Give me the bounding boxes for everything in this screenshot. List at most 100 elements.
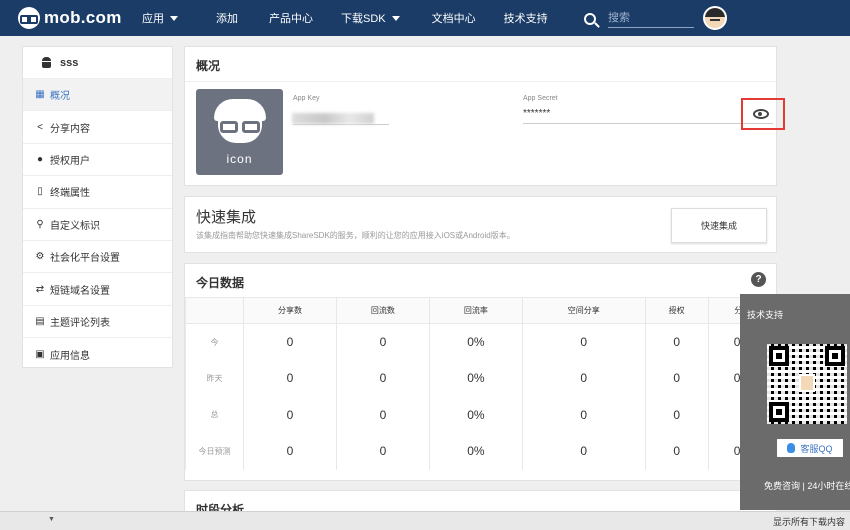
caret-down-icon[interactable]: ▼	[48, 516, 55, 523]
comment-icon: ▤	[35, 315, 45, 327]
mob-logo[interactable]: mob.com	[18, 7, 126, 29]
android-icon	[41, 56, 52, 69]
app-name: sss	[60, 56, 79, 69]
qr-center-avatar	[799, 374, 815, 392]
quick-integration-title: 快速集成	[196, 209, 257, 226]
sidebar-item-overview[interactable]: ▦ 概况	[23, 79, 172, 112]
caret-down-icon	[170, 15, 178, 21]
table-row: 今日预测 0 0 0% 0 0 0%	[185, 433, 778, 470]
quick-integration-button[interactable]: 快速集成	[671, 208, 767, 243]
table-cell: 0	[335, 433, 430, 470]
pin-icon: ⚲	[36, 218, 44, 230]
divider	[185, 81, 776, 82]
app-icon-label: icon	[226, 152, 253, 166]
today-data-table: 分享数 回流数 回流率 空间分享 授权 分享 今 0 0 0% 0 0 0% 昨…	[185, 297, 778, 470]
icon-glasses-left	[220, 121, 238, 133]
sidebar-item-label: 主题评论列表	[50, 317, 110, 329]
icon-glasses-right	[242, 121, 260, 133]
sidebar-item-auth-users[interactable]: ● 授权用户	[23, 144, 172, 177]
app-icon-image: icon	[196, 89, 283, 175]
reveal-secret-button[interactable]	[741, 98, 785, 130]
app-secret-value: *******	[523, 108, 773, 124]
sidebar-item-label: 分享内容	[50, 123, 90, 135]
row-label: 总	[185, 396, 244, 433]
table-cell: 0%	[428, 323, 523, 360]
row-label: 今	[185, 323, 244, 360]
overview-title: 概况	[196, 59, 221, 73]
search-input[interactable]	[608, 9, 694, 28]
nav-label: 下载SDK	[341, 13, 386, 25]
today-data-title: 今日数据	[196, 276, 245, 290]
info-icon: ▣	[35, 348, 45, 360]
logo-text: mob.com	[44, 8, 122, 27]
top-nav: mob.com 应用 添加 产品中心 下载SDK 文档中心 技术支持	[0, 0, 850, 36]
sidebar-item-label: 授权用户	[50, 155, 90, 167]
show-all-downloads-link[interactable]: 显示所有下载内容	[773, 515, 845, 528]
qr-corner	[769, 346, 789, 366]
table-cell: 0	[521, 433, 646, 470]
help-icon[interactable]: ?	[751, 272, 766, 287]
logo-face-icon	[18, 7, 40, 29]
table-cell: 0	[335, 396, 430, 433]
app-key-label: App Key	[293, 95, 320, 102]
column-header	[185, 297, 244, 324]
table-cell: 0	[521, 396, 646, 433]
share-icon: <	[37, 121, 43, 133]
column-header: 授权	[644, 297, 709, 324]
table-cell: 0%	[428, 433, 523, 470]
user-avatar[interactable]	[703, 6, 727, 30]
sidebar-item-social-settings[interactable]: ⚙ 社会化平台设置	[23, 241, 172, 274]
table-cell: 0	[243, 396, 337, 433]
qq-icon	[787, 443, 796, 453]
eye-icon	[753, 109, 769, 119]
table-cell: 0	[644, 396, 709, 433]
nav-item-docs[interactable]: 文档中心	[432, 0, 476, 36]
sidebar-item-custom-tags[interactable]: ⚲ 自定义标识	[23, 209, 172, 241]
nav-item-apps[interactable]: 应用	[142, 0, 178, 36]
customer-qq-button[interactable]: 客服QQ	[777, 439, 843, 457]
exchange-icon: ⇄	[35, 283, 45, 295]
table-row: 今 0 0 0% 0 0 0%	[185, 323, 778, 360]
table-cell: 0	[243, 323, 337, 360]
sidebar-item-label: 应用信息	[50, 350, 90, 362]
sidebar: sss ▦ 概况 < 分享内容 ● 授权用户 ▯ 终端属性 ⚲ 自定义标识 ⚙ …	[22, 46, 173, 368]
qr-corner	[769, 402, 789, 422]
search-area	[584, 9, 694, 28]
nav-item-products[interactable]: 产品中心	[269, 0, 313, 36]
nav-item-add[interactable]: 添加	[216, 0, 238, 36]
support-footer: 免费咨询 | 24小时在线	[764, 481, 850, 491]
phone-icon: ▯	[37, 186, 43, 198]
quick-integration-desc: 该集成指南帮助您快速集成ShareSDK的服务，顺利的让您的应用接入iOS或An…	[196, 231, 515, 240]
search-icon[interactable]	[584, 12, 596, 25]
nav-label: 应用	[142, 13, 164, 25]
overview-card: 概况 icon App Key App Secret *******	[184, 46, 785, 186]
gear-icon: ⚙	[35, 251, 45, 263]
table-cell: 0	[644, 323, 709, 360]
table-cell: 0%	[428, 360, 523, 397]
nav-item-download-sdk[interactable]: 下载SDK	[341, 0, 400, 36]
table-cell: 0	[521, 360, 646, 397]
column-header: 回流数	[335, 297, 430, 324]
user-icon: ●	[36, 153, 44, 165]
qq-button-label: 客服QQ	[800, 443, 833, 454]
sidebar-item-shortlink-settings[interactable]: ⇄ 短链域名设置	[23, 273, 172, 306]
support-title: 技术支持	[747, 310, 784, 320]
table-cell: 0	[521, 323, 646, 360]
dashboard-icon: ▦	[35, 89, 45, 101]
sidebar-item-share-content[interactable]: < 分享内容	[23, 111, 172, 144]
table-row: 昨天 0 0 0% 0 0 0%	[185, 360, 778, 397]
sidebar-item-comment-list[interactable]: ▤ 主题评论列表	[23, 306, 172, 339]
column-header: 回流率	[428, 297, 523, 324]
table-cell: 0	[335, 323, 430, 360]
qr-corner	[825, 346, 845, 366]
sidebar-item-app-info[interactable]: ▣ 应用信息	[23, 338, 172, 370]
row-label: 昨天	[185, 360, 244, 397]
quick-integration-card: 快速集成 该集成指南帮助您快速集成ShareSDK的服务，顺利的让您的应用接入i…	[184, 196, 777, 253]
support-panel: 技术支持 客服QQ 免费咨询 | 24小时在线	[740, 294, 850, 510]
sidebar-item-device-attrs[interactable]: ▯ 终端属性	[23, 176, 172, 209]
sidebar-app-header: sss	[23, 47, 172, 79]
sidebar-item-label: 短链域名设置	[50, 285, 110, 297]
table-cell: 0	[644, 360, 709, 397]
nav-item-tech-support[interactable]: 技术支持	[504, 0, 548, 36]
column-header: 分享数	[243, 297, 337, 324]
